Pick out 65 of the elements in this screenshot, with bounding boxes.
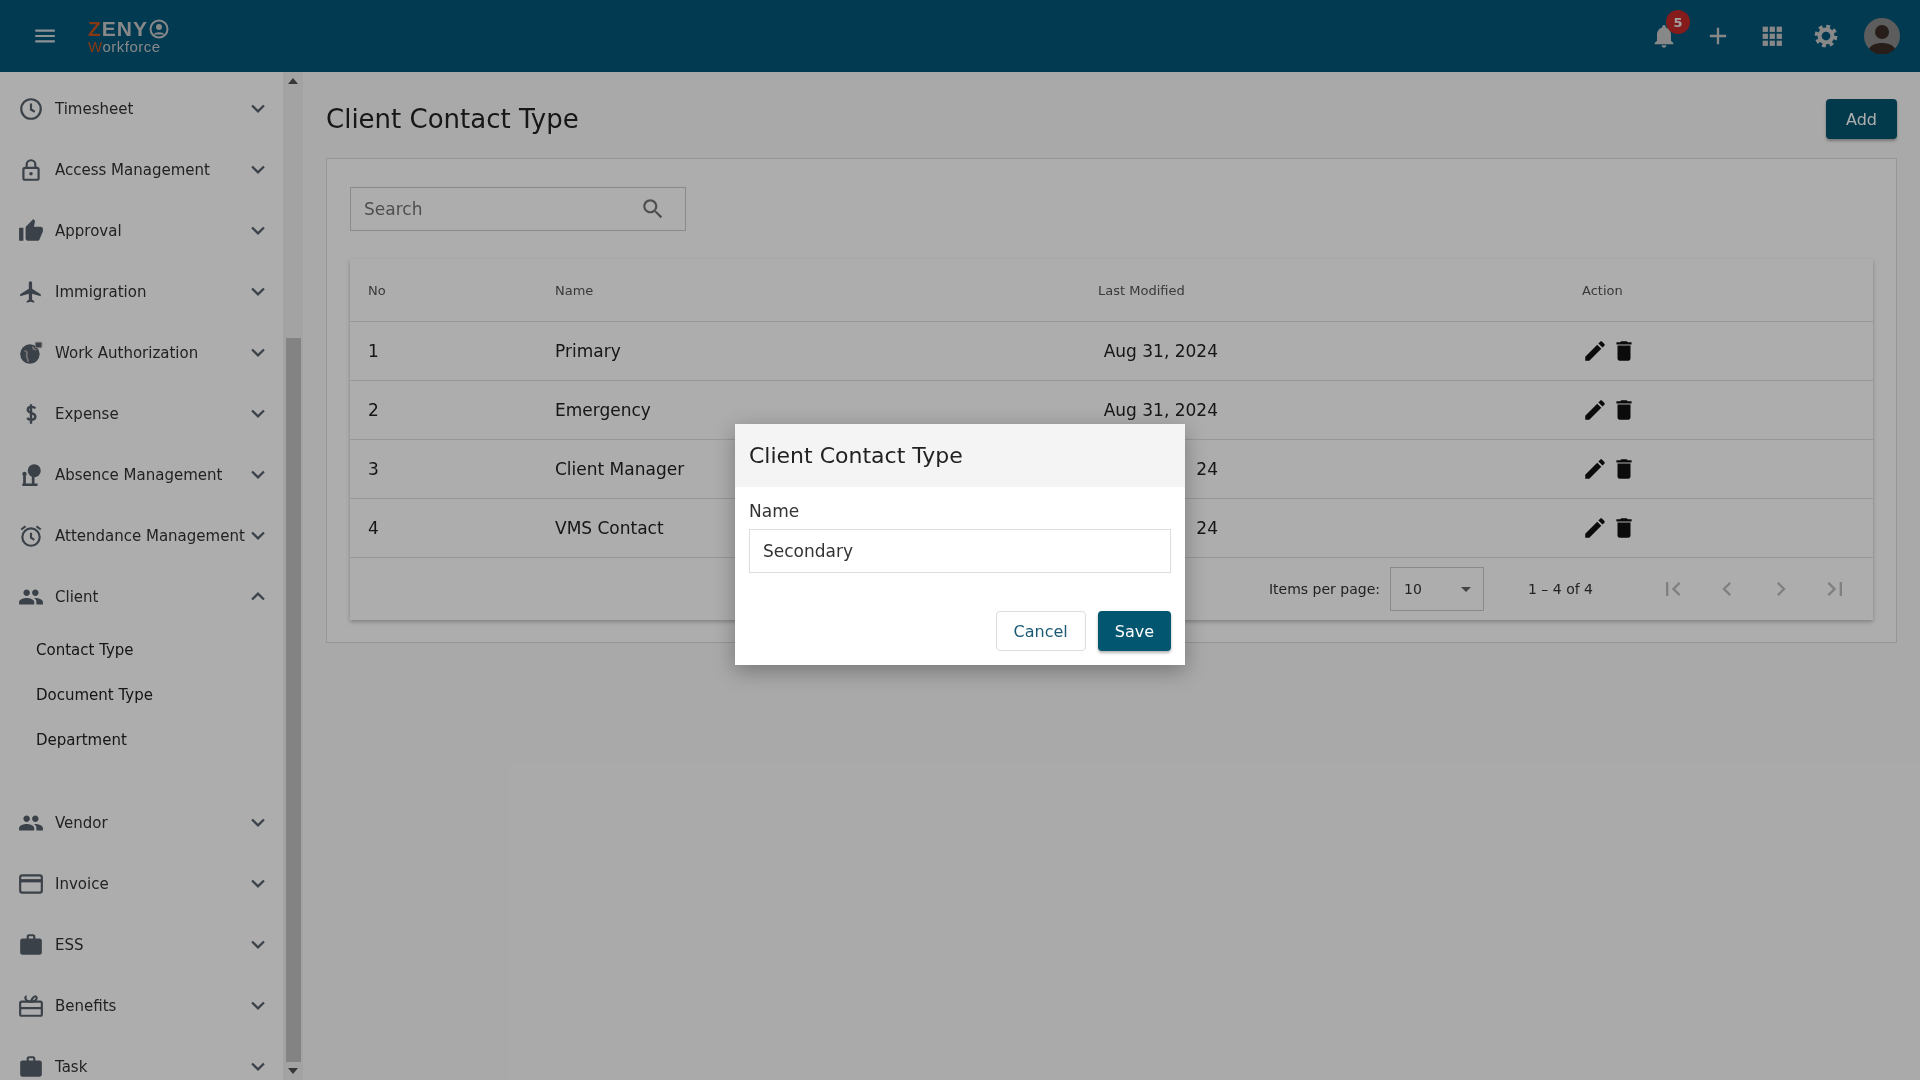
dialog-title: Client Contact Type [749, 443, 963, 468]
sidebar-item[interactable]: Benefits [0, 975, 283, 1036]
sidebar-item[interactable]: Immigration [0, 261, 283, 322]
sidebar-item[interactable]: Expense [0, 383, 283, 444]
table-cell-text: 24 [1195, 518, 1218, 538]
scroll-up-icon[interactable] [288, 78, 298, 84]
scrollbar-thumb[interactable] [285, 338, 301, 1062]
name-input-field[interactable]: Secondary [749, 529, 1171, 573]
save-button[interactable]: Save [1097, 611, 1171, 651]
search-field[interactable]: Search [350, 187, 686, 231]
briefcase-icon [18, 931, 44, 958]
sidebar-item[interactable]: ESS [0, 914, 283, 975]
table-cell-text: 1 [368, 341, 380, 361]
sidebar-item[interactable]: Invoice [0, 853, 283, 914]
sidebar-item[interactable]: Absence Management [0, 444, 283, 505]
sidebar-item[interactable]: Attendance Management [0, 505, 283, 566]
scroll-down-icon[interactable] [288, 1068, 298, 1074]
edit-pencil-icon[interactable] [1582, 515, 1608, 541]
sidebar-item[interactable]: Work Authorization [0, 322, 283, 383]
sidebar-subitem[interactable]: Contact Type [36, 627, 134, 672]
sidebar-item[interactable]: Approval [0, 200, 283, 261]
table-cell-text: Client Manager [555, 459, 686, 479]
scrollbar[interactable] [283, 72, 303, 1080]
clock-icon [18, 95, 44, 122]
page-range-label: 1 – 4 of 4 [1527, 581, 1593, 597]
briefcase-icon [18, 1053, 44, 1080]
field-label: Name [749, 501, 800, 521]
sidebar-item[interactable]: Access Management [0, 139, 283, 200]
logo-person-icon [149, 18, 169, 39]
logo-text: ZENY [88, 18, 148, 39]
column-header: Name [555, 282, 595, 298]
page-size-select[interactable]: 10 [1389, 567, 1484, 611]
edit-pencil-icon[interactable] [1582, 456, 1608, 482]
notification-badge: 5 [1666, 10, 1690, 34]
sidebar-subitem[interactable]: Department [36, 717, 127, 762]
sidebar-item[interactable]: Client [0, 566, 283, 627]
logo-subtitle: Workforce [88, 39, 162, 54]
column-header: Last Modified [1098, 282, 1186, 298]
items-per-page-label: Items per page: [1268, 581, 1380, 597]
table-cell-text: 3 [368, 459, 380, 479]
settings-icon[interactable] [1812, 22, 1840, 50]
table-cell-text: Aug 31, 2024 [1102, 400, 1218, 420]
table-cell-text: Emergency [555, 400, 652, 420]
column-header: No [368, 282, 387, 298]
thumbs-up-icon [18, 217, 44, 244]
table-cell-text: Primary [555, 341, 622, 361]
globe-icon [18, 339, 44, 366]
column-header: Action [1582, 282, 1624, 298]
table-cell-text: 24 [1195, 459, 1218, 479]
cancel-button[interactable]: Cancel [995, 611, 1086, 651]
gift-icon [18, 992, 44, 1019]
sidebar-item[interactable]: Timesheet [0, 78, 283, 139]
add-button[interactable]: Add [1826, 99, 1897, 139]
table-cell-text: VMS Contact [555, 518, 665, 538]
sidebar-item[interactable]: Vendor [0, 792, 283, 853]
edit-pencil-icon[interactable] [1582, 397, 1608, 423]
user-avatar[interactable] [1864, 18, 1900, 54]
page-title: Client Contact Type [326, 104, 579, 134]
sidebar-item[interactable]: Task [0, 1036, 283, 1080]
airplane-icon [18, 278, 44, 305]
table-cell-text: 4 [368, 518, 380, 538]
table-cell-text: 2 [368, 400, 380, 420]
table-cell-text: Aug 31, 2024 [1102, 341, 1218, 361]
edit-pencil-icon[interactable] [1582, 338, 1608, 364]
sidebar-subitem[interactable]: Document Type [36, 672, 153, 717]
